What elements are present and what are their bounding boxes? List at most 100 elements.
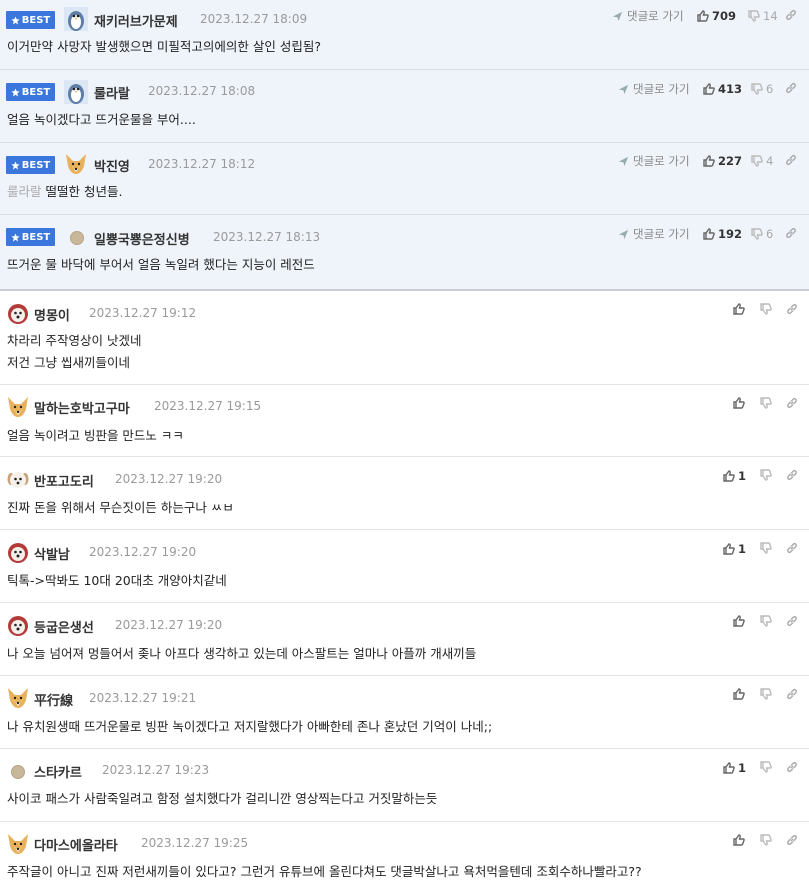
dislike-button[interactable] <box>760 303 772 315</box>
like-count: 1 <box>738 469 747 483</box>
nickname[interactable]: 박진영 <box>94 156 130 175</box>
nickname[interactable]: 다마스에올라타 <box>34 835 118 854</box>
fox-icon[interactable] <box>6 686 30 710</box>
penguin-icon[interactable] <box>64 80 88 104</box>
best-badge: BEST <box>6 11 55 29</box>
fox-icon[interactable] <box>6 832 30 856</box>
nickname[interactable]: 재키러브가문제 <box>94 11 178 30</box>
nickname[interactable]: 스타카르 <box>34 762 82 781</box>
dog-red-icon[interactable] <box>6 540 30 564</box>
share-link-button[interactable] <box>786 469 798 481</box>
share-link-button[interactable] <box>786 615 798 627</box>
like-button[interactable]: 709 <box>697 9 736 23</box>
timestamp: 2023.12.27 19:20 <box>115 618 223 632</box>
goto-comment-link[interactable]: 댓글로 가기 <box>618 226 690 242</box>
fox-icon[interactable] <box>64 152 88 176</box>
nickname[interactable]: 일뿅국뿅은정신병 <box>94 229 190 248</box>
nickname[interactable]: 등굽은생선 <box>34 617 94 636</box>
like-button[interactable] <box>733 303 748 315</box>
nickname[interactable]: 룰라랄 <box>94 83 130 102</box>
like-button[interactable] <box>733 397 748 409</box>
share-link-button[interactable] <box>785 9 797 21</box>
dislike-button[interactable] <box>760 761 772 773</box>
like-button[interactable]: 413 <box>703 82 742 96</box>
comment: 등굽은생선 2023.12.27 19:20 나 오늘 넘어져 멍들어서 좆나 … <box>0 603 809 676</box>
comment: 반포고도리 2023.12.27 19:20 1 진짜 돈을 위해서 무슨짓이든… <box>0 457 809 530</box>
thumbs-down-icon <box>760 303 772 315</box>
share-link-button[interactable] <box>785 82 797 94</box>
like-button[interactable]: 227 <box>703 154 742 168</box>
best-badge-label: BEST <box>21 159 51 171</box>
goto-comment-label: 댓글로 가기 <box>633 82 690 96</box>
best-comment: BEST 박진영 2023.12.27 18:12 댓글로 가기 227 4 룰… <box>0 143 809 215</box>
dog-red-icon[interactable] <box>6 301 30 325</box>
share-link-button[interactable] <box>786 303 798 315</box>
like-button[interactable] <box>733 834 748 846</box>
dislike-button[interactable]: 14 <box>748 9 778 23</box>
share-link-button[interactable] <box>786 834 798 846</box>
dislike-count: 14 <box>763 9 778 23</box>
dislike-button[interactable]: 4 <box>751 154 773 168</box>
nickname[interactable]: 명몽이 <box>34 305 70 324</box>
dislike-button[interactable]: 6 <box>751 82 773 96</box>
goto-comment-link[interactable]: 댓글로 가기 <box>618 81 690 97</box>
nickname[interactable]: 삭발남 <box>34 544 70 563</box>
share-link-button[interactable] <box>786 688 798 700</box>
puppy-icon[interactable] <box>6 467 30 491</box>
comment-line: 사이코 패스가 사람죽일려고 함정 설치했다가 걸리니깐 영상찍는다고 거짓말하… <box>7 791 438 806</box>
thumbs-up-icon <box>733 688 745 700</box>
like-button[interactable]: 1 <box>723 761 746 775</box>
penguin-icon[interactable] <box>64 7 88 31</box>
dislike-button[interactable] <box>760 469 772 481</box>
like-button[interactable]: 1 <box>723 469 746 483</box>
reply-target[interactable]: 룰라랄 <box>7 184 42 199</box>
timestamp: 2023.12.27 19:20 <box>89 545 197 559</box>
like-count: 227 <box>718 154 743 168</box>
like-count: 709 <box>712 9 737 23</box>
thumbs-down-icon <box>760 397 772 409</box>
nickname[interactable]: 平行線 <box>34 690 73 709</box>
dog-red-icon[interactable] <box>6 613 30 637</box>
goto-comment-link[interactable]: 댓글로 가기 <box>618 153 690 169</box>
share-link-button[interactable] <box>785 154 797 166</box>
dislike-button[interactable] <box>760 397 772 409</box>
dislike-button[interactable] <box>760 542 772 554</box>
dislike-button[interactable] <box>760 834 772 846</box>
like-button[interactable] <box>733 688 748 700</box>
dislike-count: 4 <box>766 154 774 168</box>
dot-icon[interactable] <box>11 765 25 779</box>
like-button[interactable]: 1 <box>723 542 746 556</box>
nickname[interactable]: 반포고도리 <box>34 471 94 490</box>
best-badge-label: BEST <box>21 231 51 243</box>
comment-line: 나 오늘 넘어져 멍들어서 좆나 아프다 생각하고 있는데 아스팔트는 얼마나 … <box>7 646 477 661</box>
dot-icon[interactable] <box>70 231 84 245</box>
share-link-button[interactable] <box>786 397 798 409</box>
comment-text: 틱톡->딱봐도 10대 20대초 개양아치같네 <box>7 570 227 592</box>
goto-comment-label: 댓글로 가기 <box>627 9 684 23</box>
send-arrow-icon <box>612 11 623 21</box>
like-count: 192 <box>718 227 743 241</box>
like-button[interactable] <box>733 615 748 627</box>
comment: 스타카르 2023.12.27 19:23 1 사이코 패스가 사람죽일려고 함… <box>0 749 809 822</box>
dislike-button[interactable] <box>760 615 772 627</box>
comment-line: 저건 그냥 씹새끼들이네 <box>7 355 130 370</box>
thumbs-down-icon <box>760 542 772 554</box>
send-arrow-icon <box>618 229 629 239</box>
comment: 다마스에올라타 2023.12.27 19:25 주작글이 아니고 진짜 저런새… <box>0 822 809 894</box>
like-button[interactable]: 192 <box>703 227 742 241</box>
thumbs-down-icon <box>760 834 772 846</box>
share-link-button[interactable] <box>786 761 798 773</box>
dislike-button[interactable] <box>760 688 772 700</box>
share-link-button[interactable] <box>786 542 798 554</box>
fox-icon[interactable] <box>6 395 30 419</box>
comment-body: 떨떨한 청년들. <box>45 184 123 199</box>
goto-comment-link[interactable]: 댓글로 가기 <box>612 8 684 24</box>
link-icon <box>786 9 796 21</box>
thumbs-down-icon <box>751 155 763 167</box>
goto-comment-label: 댓글로 가기 <box>633 154 690 168</box>
dislike-button[interactable]: 6 <box>751 227 773 241</box>
share-link-button[interactable] <box>785 227 797 239</box>
goto-comment-label: 댓글로 가기 <box>633 227 690 241</box>
thumbs-down-icon <box>760 688 772 700</box>
nickname[interactable]: 말하는호박고구마 <box>34 398 130 417</box>
